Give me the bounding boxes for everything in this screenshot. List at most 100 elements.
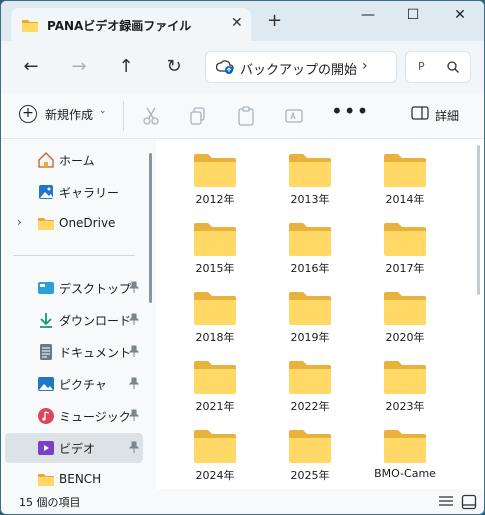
download-icon bbox=[37, 311, 55, 329]
folder-label: 2015年 bbox=[195, 262, 235, 275]
details-pane-icon bbox=[411, 106, 429, 123]
folder-icon bbox=[288, 360, 332, 394]
folder-item[interactable]: 2024年 bbox=[175, 417, 255, 483]
search-icon bbox=[446, 60, 460, 77]
refresh-button[interactable]: ↻ bbox=[162, 55, 186, 79]
folder-icon bbox=[383, 429, 427, 463]
tab-title: PANAビデオ録画ファイル bbox=[47, 19, 192, 33]
paste-icon[interactable] bbox=[235, 105, 257, 127]
folder-item[interactable]: 2017年 bbox=[365, 210, 445, 276]
folder-icon bbox=[288, 429, 332, 463]
folder-icon bbox=[288, 291, 332, 325]
cloud-backup-icon bbox=[215, 59, 234, 78]
sidebar-scrollbar[interactable] bbox=[149, 153, 152, 303]
sidebar-item-label: ビデオ bbox=[59, 442, 96, 456]
sidebar-item-pictures[interactable]: ピクチャ bbox=[5, 369, 143, 399]
folder-item[interactable]: 2021年 bbox=[175, 348, 255, 414]
file-explorer-window: PANAビデオ録画ファイル ✕ + — ☐ ✕ ← → ↑ ↻ バックアップの開… bbox=[0, 0, 485, 515]
forward-button[interactable]: → bbox=[67, 55, 91, 79]
folder-item[interactable]: 2016年 bbox=[270, 210, 350, 276]
sidebar-item-downloads[interactable]: ダウンロード bbox=[5, 305, 143, 335]
command-bar: + 新規作成 ⌄ ••• 詳細 bbox=[1, 93, 484, 139]
folder-label: 2016年 bbox=[290, 262, 330, 275]
folder-item[interactable]: 2020年 bbox=[365, 279, 445, 345]
details-view-icon[interactable] bbox=[438, 495, 454, 512]
minimize-button[interactable]: — bbox=[353, 7, 383, 29]
document-icon bbox=[37, 343, 55, 361]
item-count: 15 個の項目 bbox=[19, 496, 81, 509]
folder-item[interactable]: 2012年 bbox=[175, 141, 255, 207]
sidebar-item-desktop[interactable]: デスクトップ bbox=[5, 273, 143, 303]
sidebar-item-label: ダウンロード bbox=[59, 314, 132, 328]
tab-active[interactable]: PANAビデオ録画ファイル ✕ bbox=[11, 8, 251, 41]
folder-icon bbox=[193, 153, 237, 187]
gallery-icon bbox=[37, 183, 55, 201]
sidebar-item-documents[interactable]: ドキュメント bbox=[5, 337, 143, 367]
sidebar-item-label: デスクトップ bbox=[59, 282, 132, 296]
folder-item[interactable]: 2015年 bbox=[175, 210, 255, 276]
video-icon bbox=[37, 439, 55, 457]
folder-item[interactable]: 2019年 bbox=[270, 279, 350, 345]
file-list: 2012年 2013年 2014年 2015年 2016年 2017年 2018… bbox=[159, 139, 484, 489]
large-icons-view-icon[interactable] bbox=[461, 494, 477, 513]
search-box[interactable]: P bbox=[405, 51, 471, 83]
cut-icon[interactable] bbox=[140, 105, 162, 127]
folder-item[interactable]: BMO-Came bbox=[365, 417, 445, 483]
sidebar-item-label: BENCH bbox=[59, 472, 102, 486]
sidebar-item-label: ギャラリー bbox=[59, 186, 120, 200]
details-label: 詳細 bbox=[435, 109, 460, 123]
close-tab-icon[interactable]: ✕ bbox=[231, 15, 243, 31]
address-bar[interactable]: バックアップの開始 › bbox=[205, 51, 397, 83]
chevron-down-icon: ⌄ bbox=[99, 106, 107, 116]
sidebar-item-videos[interactable]: ビデオ bbox=[5, 433, 143, 463]
details-button[interactable]: 詳細 bbox=[411, 106, 459, 123]
chevron-right-icon[interactable]: › bbox=[362, 58, 368, 74]
pin-icon[interactable] bbox=[128, 281, 140, 296]
folder-item[interactable]: 2022年 bbox=[270, 348, 350, 414]
close-window-button[interactable]: ✕ bbox=[445, 7, 475, 29]
folder-label: 2012年 bbox=[195, 193, 235, 206]
back-button[interactable]: ← bbox=[19, 55, 43, 79]
folder-icon bbox=[193, 360, 237, 394]
sidebar-item-label: OneDrive bbox=[59, 216, 116, 230]
pin-icon[interactable] bbox=[128, 377, 140, 392]
rename-icon[interactable] bbox=[283, 105, 305, 127]
status-bar: 15 個の項目 bbox=[1, 489, 484, 514]
pin-icon[interactable] bbox=[128, 313, 140, 328]
folder-item[interactable]: 2014年 bbox=[365, 141, 445, 207]
folder-label: 2014年 bbox=[385, 193, 425, 206]
folder-icon bbox=[288, 153, 332, 187]
folder-icon bbox=[383, 291, 427, 325]
sidebar-item-gallery[interactable]: ギャラリー bbox=[5, 177, 143, 207]
sidebar-item-home[interactable]: ホーム bbox=[5, 145, 143, 175]
folder-icon bbox=[37, 471, 55, 489]
pin-icon[interactable] bbox=[128, 345, 140, 360]
copy-icon[interactable] bbox=[187, 105, 209, 127]
folder-label: 2013年 bbox=[290, 193, 330, 206]
folder-icon bbox=[288, 222, 332, 256]
desktop-icon bbox=[37, 279, 55, 297]
folder-label: 2025年 bbox=[290, 469, 330, 482]
folder-label: 2023年 bbox=[385, 400, 425, 413]
folder-icon bbox=[21, 18, 39, 36]
maximize-button[interactable]: ☐ bbox=[398, 7, 428, 29]
pictures-icon bbox=[37, 375, 55, 393]
sidebar-item-music[interactable]: ミュージック bbox=[5, 401, 143, 431]
sidebar-item-label: ピクチャ bbox=[59, 378, 107, 392]
pin-icon[interactable] bbox=[128, 409, 140, 424]
more-options-button[interactable]: ••• bbox=[331, 99, 369, 123]
folder-item[interactable]: 2018年 bbox=[175, 279, 255, 345]
folder-item[interactable]: 2025年 bbox=[270, 417, 350, 483]
up-button[interactable]: ↑ bbox=[114, 55, 138, 79]
sidebar-item-onedrive[interactable]: › OneDrive bbox=[5, 209, 143, 239]
plus-icon: + bbox=[19, 105, 37, 123]
folder-item[interactable]: 2023年 bbox=[365, 348, 445, 414]
search-input[interactable]: P bbox=[418, 60, 425, 73]
pin-icon[interactable] bbox=[128, 441, 140, 456]
folder-item[interactable]: 2013年 bbox=[270, 141, 350, 207]
content-scrollbar[interactable] bbox=[477, 145, 480, 295]
sidebar-item-label: ミュージック bbox=[59, 410, 131, 424]
new-tab-button[interactable]: + bbox=[267, 12, 282, 30]
folder-label: 2021年 bbox=[195, 400, 235, 413]
chevron-right-icon[interactable]: › bbox=[17, 215, 22, 229]
